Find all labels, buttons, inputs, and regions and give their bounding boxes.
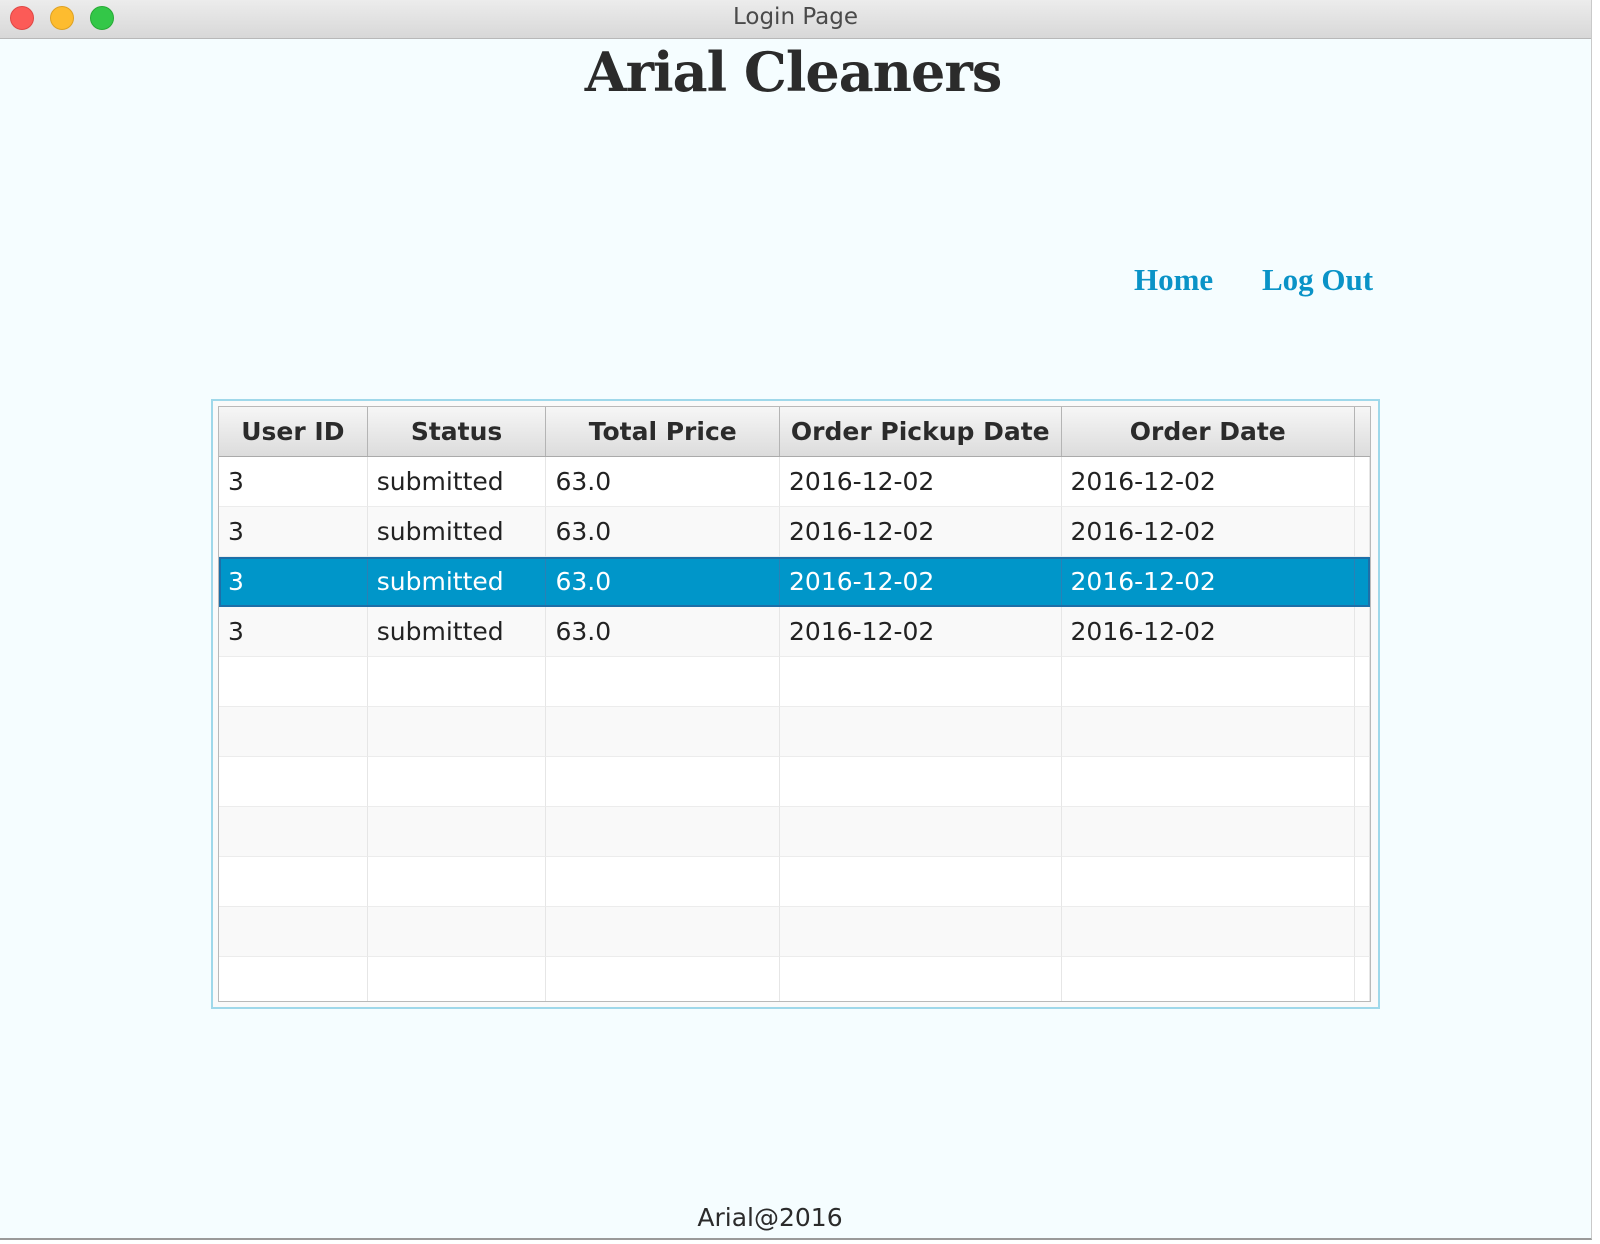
table-cell[interactable]: submitted	[367, 557, 547, 607]
table-cell	[1061, 807, 1356, 857]
column-header-order-pickup-date[interactable]: Order Pickup Date	[780, 407, 1062, 456]
table-cell	[219, 957, 368, 1001]
table-cell[interactable]: 2016-12-02	[780, 607, 1062, 657]
table-cell[interactable]: 63.0	[546, 557, 781, 607]
table-cell[interactable]: 2016-12-02	[1061, 557, 1356, 607]
table-cell	[367, 907, 547, 957]
table-row[interactable]: 3 submitted 63.0 2016-12-02 2016-12-02	[219, 507, 1370, 557]
column-header-total-price[interactable]: Total Price	[546, 407, 781, 456]
table-cell[interactable]: 3	[219, 557, 368, 607]
column-header-order-date[interactable]: Order Date	[1062, 407, 1356, 456]
empty-table-row	[219, 957, 1370, 1001]
table-cell	[546, 957, 781, 1001]
table-cell	[367, 857, 547, 907]
table-cell-filler	[1355, 657, 1370, 707]
table-cell	[1061, 757, 1356, 807]
app-window: Login Page Arial Cleaners Home Log Out U…	[0, 0, 1592, 1240]
column-header-status[interactable]: Status	[368, 407, 547, 456]
table-cell	[219, 807, 368, 857]
table-cell-filler	[1355, 857, 1370, 907]
table-cell	[546, 857, 781, 907]
table-cell	[367, 657, 547, 707]
empty-table-row	[219, 657, 1370, 707]
empty-table-row	[219, 857, 1370, 907]
home-link[interactable]: Home	[1134, 262, 1213, 298]
table-cell	[219, 907, 368, 957]
table-cell[interactable]: 2016-12-02	[780, 457, 1062, 507]
table-cell	[1061, 707, 1356, 757]
table-cell[interactable]: 2016-12-02	[1061, 457, 1356, 507]
table-body: 3 submitted 63.0 2016-12-02 2016-12-02 3 submi…	[219, 457, 1370, 1001]
table-cell-filler	[1355, 707, 1370, 757]
table-cell[interactable]: submitted	[367, 607, 547, 657]
table-row[interactable]: 3 submitted 63.0 2016-12-02 2016-12-02	[219, 557, 1370, 607]
table-cell-filler	[1355, 557, 1370, 607]
table-cell	[219, 707, 368, 757]
table-cell-filler	[1355, 807, 1370, 857]
logout-link[interactable]: Log Out	[1262, 262, 1373, 298]
table-cell	[219, 757, 368, 807]
table-cell	[780, 857, 1062, 907]
table-cell	[546, 807, 781, 857]
table-cell-filler	[1355, 457, 1370, 507]
table-cell	[219, 657, 368, 707]
table-cell[interactable]: 2016-12-02	[780, 557, 1062, 607]
table-cell[interactable]: 63.0	[546, 457, 781, 507]
table-cell	[546, 907, 781, 957]
table-cell	[780, 707, 1062, 757]
table-cell	[367, 707, 547, 757]
table-cell[interactable]: 3	[219, 457, 368, 507]
table-cell[interactable]: 63.0	[546, 607, 781, 657]
table-cell[interactable]: submitted	[367, 507, 547, 557]
empty-table-row	[219, 907, 1370, 957]
table-cell-filler	[1355, 607, 1370, 657]
empty-table-row	[219, 707, 1370, 757]
table-header-row: User ID Status Total Price Order Pickup …	[219, 407, 1370, 457]
table-cell	[367, 807, 547, 857]
table-cell	[780, 757, 1062, 807]
empty-table-row	[219, 757, 1370, 807]
page-title: Arial Cleaners	[584, 40, 1002, 104]
table-cell	[546, 757, 781, 807]
table-cell	[367, 757, 547, 807]
orders-table[interactable]: User ID Status Total Price Order Pickup …	[218, 406, 1371, 1002]
table-cell	[219, 857, 368, 907]
table-cell[interactable]: 63.0	[546, 507, 781, 557]
table-cell[interactable]: 2016-12-02	[1061, 507, 1356, 557]
empty-table-row	[219, 807, 1370, 857]
table-cell[interactable]: submitted	[367, 457, 547, 507]
column-header-filler	[1355, 407, 1370, 456]
table-cell	[1061, 907, 1356, 957]
table-cell[interactable]: 2016-12-02	[1061, 607, 1356, 657]
table-cell	[1062, 957, 1356, 1001]
table-row[interactable]: 3 submitted 63.0 2016-12-02 2016-12-02	[219, 607, 1370, 657]
table-cell	[780, 807, 1062, 857]
column-header-user-id[interactable]: User ID	[219, 407, 368, 456]
table-cell	[1061, 857, 1356, 907]
table-cell-filler	[1355, 757, 1370, 807]
orders-table-container: User ID Status Total Price Order Pickup …	[211, 399, 1380, 1009]
table-cell	[780, 657, 1062, 707]
table-cell[interactable]: 3	[219, 607, 368, 657]
table-cell-filler	[1355, 957, 1370, 1001]
table-cell	[1061, 657, 1356, 707]
table-cell	[780, 907, 1062, 957]
footer-copyright: Arial@2016	[697, 1203, 843, 1232]
table-cell-filler	[1355, 907, 1370, 957]
table-cell[interactable]: 3	[219, 507, 368, 557]
window-title: Login Page	[732, 4, 859, 30]
table-row[interactable]: 3 submitted 63.0 2016-12-02 2016-12-02	[219, 457, 1370, 507]
table-cell[interactable]: 2016-12-02	[780, 507, 1062, 557]
table-cell	[546, 707, 781, 757]
table-cell	[780, 957, 1062, 1001]
table-cell	[368, 957, 547, 1001]
table-cell	[546, 657, 781, 707]
table-cell-filler	[1355, 507, 1370, 557]
title-bar[interactable]: Login Page	[0, 0, 1591, 39]
